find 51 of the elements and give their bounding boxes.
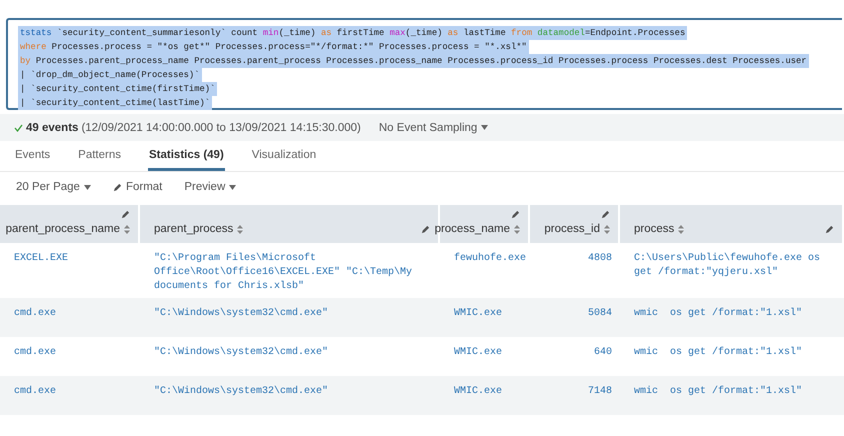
table-cell: WMIC.exe — [454, 347, 502, 358]
table-cell: WMIC.exe — [454, 308, 502, 319]
pencil-icon[interactable] — [601, 210, 610, 219]
table-cell: wmic os get /format:"1.xsl" — [634, 347, 802, 358]
checkmark-icon — [14, 124, 23, 132]
column-sort-link[interactable]: process_id — [544, 223, 600, 235]
table-cell: 5084 — [588, 308, 612, 319]
table-cell: fewuhofe.exe — [454, 253, 526, 264]
format-button[interactable]: Format — [112, 181, 162, 193]
table-cell: EXCEL.EXE — [14, 253, 68, 264]
column-sort-link[interactable]: process — [634, 223, 674, 235]
table-cell: 640 — [594, 347, 612, 358]
column-sort-link[interactable]: parent_process — [154, 223, 234, 235]
results-tab[interactable]: Statistics (49) — [148, 141, 225, 171]
caret-icon — [84, 184, 91, 190]
sampling-dropdown[interactable]: No Event Sampling — [378, 122, 488, 134]
table-cell: "C:\Windows\system32\cmd.exe" — [154, 347, 328, 358]
per-page-dropdown[interactable]: 20 Per Page — [16, 181, 91, 193]
table-cell: "C:\Windows\system32\cmd.exe" — [154, 386, 328, 397]
sort-icon[interactable] — [604, 224, 610, 234]
table-cell: wmic os get /format:"1.xsl" — [634, 308, 802, 319]
table-cell-text: "C:\Program Files\Microsoft Office\Root\Office16\EXCEL.EXE" "C:\Temp\My documents for Chris.xlsb" — [154, 253, 414, 292]
preview-dropdown[interactable]: Preview — [184, 181, 236, 193]
column-sort-link[interactable]: process_name — [434, 223, 510, 235]
pencil-icon[interactable] — [121, 210, 130, 219]
sort-icon[interactable] — [237, 224, 244, 234]
results-tab[interactable]: Events — [14, 141, 52, 171]
caret-icon — [229, 184, 236, 190]
time-range: (12/09/2021 14:00:00.000 to 13/09/2021 14:15:30.000) — [81, 122, 361, 134]
table-cell: wmic os get /format:"1.xsl" — [634, 386, 802, 397]
column-sort-link[interactable]: parent_process_name — [6, 223, 120, 235]
table-cell: cmd.exe — [14, 347, 56, 358]
table-cell-text: C:\Users\Public\fewuhofe.exe os get /format:"yqjeru.xsl" — [634, 253, 822, 278]
sort-icon[interactable] — [514, 224, 520, 234]
table-cell: cmd.exe — [14, 308, 56, 319]
results-tab[interactable]: Visualization — [250, 141, 318, 171]
pencil-icon[interactable] — [511, 210, 520, 219]
pencil-icon[interactable] — [421, 224, 430, 234]
sort-icon[interactable] — [124, 224, 130, 234]
caret-icon — [481, 125, 488, 130]
results-tab[interactable]: Patterns — [77, 141, 122, 171]
sort-icon[interactable] — [678, 224, 684, 234]
table-cell: "C:\Windows\system32\cmd.exe" — [154, 308, 328, 319]
table-cell: 7148 — [588, 386, 612, 397]
event-count: 49 events — [26, 122, 78, 134]
table-cell: cmd.exe — [14, 386, 56, 397]
table-cell: 4808 — [588, 253, 612, 264]
table-cell: WMIC.exe — [454, 386, 502, 397]
search-query-field[interactable] — [6, 18, 842, 110]
pencil-icon[interactable] — [112, 182, 122, 192]
pencil-icon[interactable] — [825, 224, 834, 234]
